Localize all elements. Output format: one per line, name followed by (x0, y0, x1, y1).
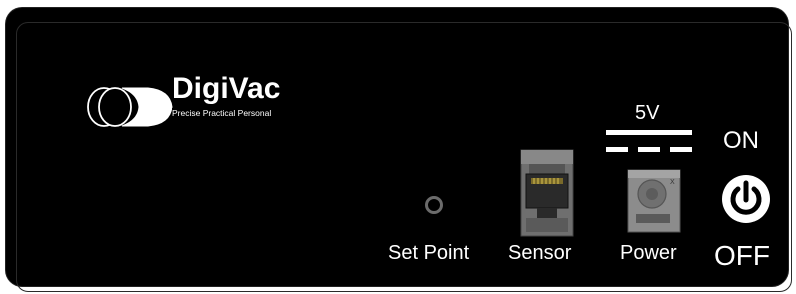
on-label: ON (723, 127, 759, 154)
voltage-label: 5V (635, 102, 660, 124)
sensor-label: Sensor (508, 242, 572, 264)
brand-tagline: Precise Practical Personal (172, 108, 272, 118)
set-point-adjust[interactable] (425, 196, 443, 214)
svg-text:X: X (670, 179, 675, 186)
off-label: OFF (714, 240, 770, 271)
sensor-jack[interactable] (517, 148, 577, 238)
dc-voltage-symbol-icon (606, 130, 692, 156)
power-label: Power (620, 242, 677, 264)
digivac-logo: DigiVac Precise Practical Personal (86, 74, 316, 134)
digivac-ellipse-logo-icon (87, 87, 173, 127)
set-point-label: Set Point (388, 242, 470, 264)
brand-name: DigiVac (172, 72, 281, 105)
power-icon[interactable] (720, 173, 772, 225)
power-jack[interactable]: X (626, 168, 682, 234)
